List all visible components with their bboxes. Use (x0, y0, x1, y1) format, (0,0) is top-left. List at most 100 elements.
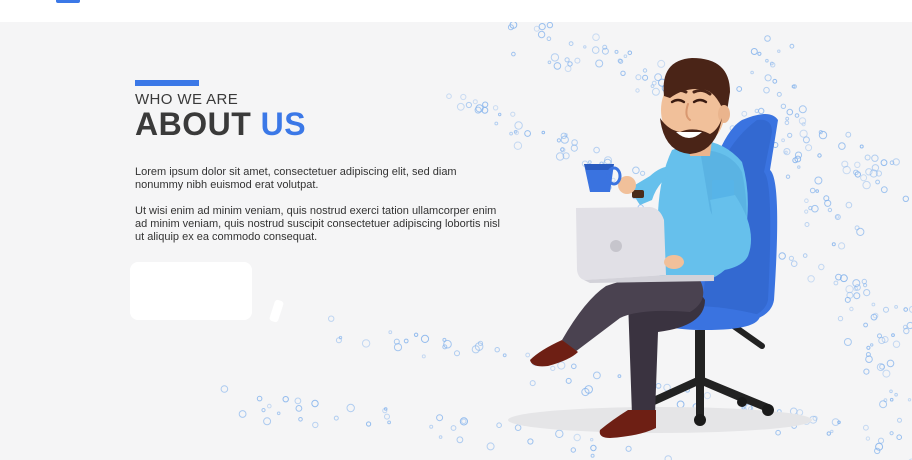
man-with-laptop-illustration (508, 58, 812, 438)
bubble-dot (859, 144, 864, 149)
bubble-dot (897, 417, 902, 423)
bubble-dot (891, 333, 895, 338)
bubble-dot (492, 105, 499, 111)
bubble-dot (863, 368, 870, 375)
bubble-dot (421, 354, 426, 359)
bubble-dot (338, 335, 343, 340)
logo-icon[interactable] (56, 0, 80, 3)
top-navigation-bar (0, 0, 912, 22)
bubble-dot (845, 201, 853, 209)
bubble-dot (860, 174, 868, 182)
bubble-dot (852, 279, 861, 288)
bubble-dot (871, 302, 876, 307)
bubble-dot (238, 410, 247, 418)
bubble-dot (835, 215, 840, 219)
bubble-dot (863, 424, 869, 431)
bubble-dot (764, 35, 771, 42)
bubble-dot (849, 306, 854, 312)
bubble-dot (880, 159, 888, 167)
bubble-dot (456, 102, 465, 111)
title-accent: US (260, 106, 307, 142)
bubble-dot (486, 442, 495, 451)
bubble-dot (220, 385, 229, 393)
bubble-dot (263, 417, 272, 426)
bubble-dot (826, 431, 831, 436)
bubble-dot (827, 207, 833, 213)
bubble-dot (267, 403, 272, 409)
bubble-dot (877, 437, 885, 444)
redacted-block (130, 262, 252, 320)
bubble-dot (874, 447, 881, 455)
bubble-dot (311, 399, 319, 408)
bubble-dot (889, 389, 893, 394)
bubble-dot (833, 280, 839, 286)
bubble-dot (413, 332, 419, 337)
bubble-dot (853, 292, 861, 300)
bubble-dot (472, 99, 478, 105)
bubble-dot (863, 289, 871, 297)
bubble-dot (824, 199, 832, 207)
bubble-dot (568, 41, 574, 47)
bubble-dot (854, 161, 861, 169)
bubble-dot (789, 43, 795, 49)
section-title: ABOUT US (135, 106, 306, 142)
bubble-dot (442, 337, 447, 342)
bubble-dot (861, 278, 867, 285)
bubble-dot (863, 283, 868, 288)
bubble-dot (865, 436, 871, 441)
bubble-dot (871, 154, 879, 162)
bubble-dot (387, 420, 392, 425)
bubble-dot (818, 130, 828, 140)
bubble-dot (388, 330, 393, 335)
bubble-dot (831, 242, 836, 247)
bubble-dot (907, 398, 912, 402)
bubble-dot (456, 436, 464, 444)
bubble-dot (906, 321, 912, 330)
bubble-dot (845, 131, 852, 138)
about-paragraph-2: Ut wisi enim ad minim veniam, quis nostr… (135, 205, 501, 243)
bubble-dot (384, 413, 390, 420)
title-main: ABOUT (135, 106, 252, 142)
bubble-dot (892, 340, 901, 348)
bubble-dot (845, 285, 854, 294)
bubble-dot (862, 180, 871, 190)
bubble-dot (450, 425, 457, 431)
bubble-dot (830, 429, 834, 434)
bubble-dot (454, 350, 460, 357)
bubble-dot (883, 398, 888, 403)
bubble-dot (880, 186, 888, 194)
bubble-dot (533, 25, 540, 32)
bubble-dot (261, 408, 266, 413)
bubble-dot (366, 421, 372, 427)
bubble-dot (282, 396, 289, 403)
bubble-dot (436, 414, 444, 422)
bubble-dot (870, 343, 874, 347)
bubble-dot (446, 93, 452, 99)
bubble-dot (838, 242, 846, 250)
bubble-dot (865, 168, 873, 176)
bubble-dot (592, 33, 600, 41)
bubble-dot (538, 23, 546, 31)
bubble-dot (438, 435, 443, 439)
bubble-dot (877, 333, 882, 339)
bubble-dot (393, 343, 403, 352)
bubble-dot (896, 434, 903, 441)
bubble-dot (903, 307, 909, 312)
bubble-dot (328, 315, 335, 322)
bubble-dot (298, 417, 303, 422)
bubble-dot (461, 418, 467, 424)
bubble-dot (333, 415, 339, 421)
bubble-dot (883, 306, 889, 313)
bubble-dot (872, 312, 879, 319)
bubble-dot (866, 345, 871, 350)
bubble-dot (537, 30, 546, 39)
bubble-dot (460, 93, 467, 101)
bubble-dot (902, 195, 909, 203)
bubble-dot (494, 347, 500, 353)
bubble-dot (294, 397, 302, 405)
bubble-dot (276, 411, 281, 416)
about-paragraph-1: Lorem ipsum dolor sit amet, consectetuer… (135, 166, 457, 191)
heading-accent-bar (135, 80, 199, 86)
bubble-dot (546, 22, 554, 29)
bubble-dot (894, 392, 898, 397)
